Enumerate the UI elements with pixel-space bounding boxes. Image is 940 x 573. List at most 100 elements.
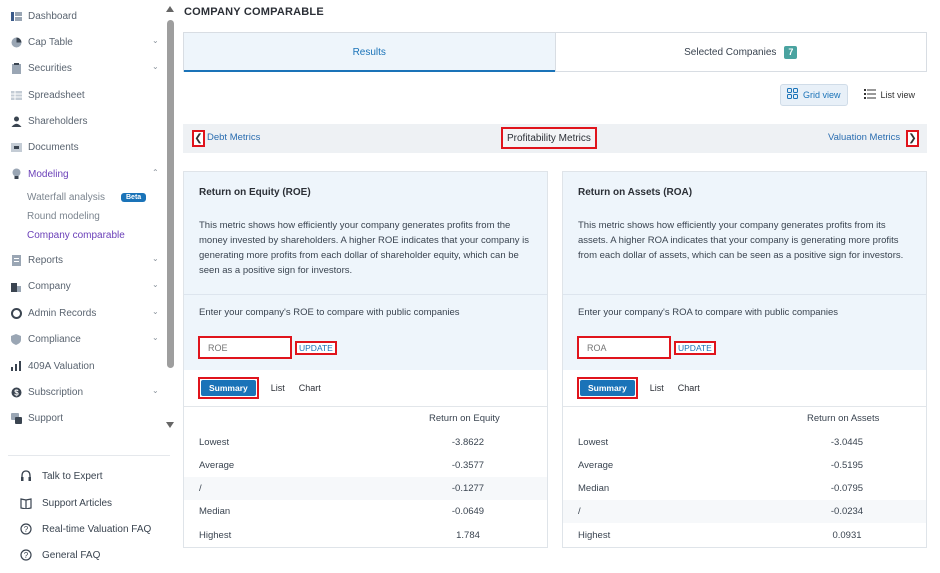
sidebar-item-shareholders[interactable]: Shareholders xyxy=(10,111,166,131)
sidebar-item-cap-table[interactable]: Cap Table ⌄ xyxy=(10,32,166,52)
chevron-down-icon[interactable]: ⌄ xyxy=(152,36,162,46)
sidebar-item-company[interactable]: Company ⌄ xyxy=(10,276,166,296)
help-general-faq[interactable]: ? General FAQ xyxy=(20,546,100,564)
tab-chart[interactable]: Chart xyxy=(678,383,700,393)
list-view-button[interactable]: List view xyxy=(858,84,922,106)
column-header: Return on Assets xyxy=(807,413,880,424)
scroll-down-arrow[interactable] xyxy=(166,422,174,428)
row-label: Average xyxy=(199,460,235,471)
lightbulb-icon xyxy=(10,168,22,180)
grid-view-button[interactable]: Grid view xyxy=(780,84,848,106)
roe-card: Return on Equity (ROE) This metric shows… xyxy=(183,171,548,548)
tab-list[interactable]: List xyxy=(271,383,285,393)
roe-view-tabs: Summary List Chart xyxy=(198,377,335,399)
table-row: Median -0.0795 xyxy=(563,477,926,500)
table-icon xyxy=(10,89,22,101)
sidebar-item-label: Shareholders xyxy=(28,115,88,127)
tab-chart[interactable]: Chart xyxy=(299,383,321,393)
grid-icon xyxy=(787,88,798,102)
row-label: Highest xyxy=(199,530,232,541)
chevron-down-icon[interactable]: ⌄ xyxy=(152,62,162,72)
chevron-down-icon[interactable]: ⌄ xyxy=(152,386,162,396)
subscription-icon: $ xyxy=(10,386,22,398)
table-row: Highest 0.0931 xyxy=(563,524,926,547)
chevron-down-icon[interactable]: ⌄ xyxy=(152,254,162,264)
roe-update-button[interactable]: UPDATE xyxy=(295,341,337,355)
row-label: / xyxy=(578,506,581,517)
sidebar-item-support[interactable]: Support xyxy=(10,408,166,428)
sidebar-subitem-round-modeling[interactable]: Round modeling xyxy=(27,208,100,224)
sidebar-item-dashboard[interactable]: Dashboard xyxy=(10,6,166,26)
next-metric-button[interactable]: ❯ xyxy=(906,130,919,147)
divider xyxy=(184,406,547,407)
subitem-label: Round modeling xyxy=(27,210,100,222)
roa-card: Return on Assets (ROA) This metric shows… xyxy=(562,171,927,548)
sidebar-item-compliance[interactable]: Compliance ⌄ xyxy=(10,329,166,349)
question-circle-icon: ? xyxy=(20,523,32,535)
row-label: Lowest xyxy=(199,437,230,448)
sidebar-item-label: Compliance xyxy=(28,333,81,345)
table-row: Highest 1.784 xyxy=(184,524,547,547)
row-value: -3.0445 xyxy=(830,437,864,448)
chevron-up-icon[interactable]: ⌃ xyxy=(152,168,162,178)
roa-update-button[interactable]: UPDATE xyxy=(674,341,716,355)
sidebar-item-label: Company xyxy=(28,280,71,292)
card-description: This metric shows how efficiently your c… xyxy=(199,220,530,276)
help-label: General FAQ xyxy=(42,549,101,561)
divider xyxy=(563,406,926,407)
sidebar-item-securities[interactable]: Securities ⌄ xyxy=(10,58,166,78)
sidebar-item-label: Reports xyxy=(28,254,64,266)
shield-icon xyxy=(10,333,22,345)
help-label: Support Articles xyxy=(42,497,113,509)
help-talk-to-expert[interactable]: Talk to Expert xyxy=(20,467,103,485)
card-title: Return on Equity (ROE) xyxy=(199,187,311,198)
view-toggle: Grid view List view xyxy=(780,84,927,106)
roe-input[interactable] xyxy=(208,342,288,353)
chevron-down-icon[interactable]: ⌄ xyxy=(152,307,162,317)
prev-metric-button[interactable]: ❮ xyxy=(192,130,205,147)
sidebar-item-spreadsheet[interactable]: Spreadsheet xyxy=(10,85,166,105)
sidebar-item-modeling[interactable]: Modeling ⌃ xyxy=(10,164,166,184)
row-label: Lowest xyxy=(578,437,609,448)
tab-summary[interactable]: Summary xyxy=(198,377,259,399)
sidebar-item-documents[interactable]: Documents xyxy=(10,137,166,157)
row-value: -0.0795 xyxy=(830,483,864,494)
sidebar-item-reports[interactable]: Reports ⌄ xyxy=(10,250,166,270)
sidebar-item-admin-records[interactable]: Admin Records ⌄ xyxy=(10,303,166,323)
sidebar-item-subscription[interactable]: $ Subscription ⌄ xyxy=(10,382,166,402)
user-icon xyxy=(10,115,22,127)
table-row: Average -0.3577 xyxy=(184,454,547,477)
chevron-right-icon: ❯ xyxy=(908,133,917,144)
sidebar-subitem-waterfall-analysis[interactable]: Waterfall analysis Beta xyxy=(27,189,147,205)
roe-input-wrapper xyxy=(198,336,292,359)
chevron-down-icon[interactable]: ⌄ xyxy=(152,280,162,290)
svg-text:?: ? xyxy=(24,525,29,534)
sidebar-item-409a-valuation[interactable]: 409A Valuation xyxy=(10,356,166,376)
row-value: -0.1277 xyxy=(451,483,485,494)
sidebar-item-label: Modeling xyxy=(28,168,69,180)
folder-icon xyxy=(10,141,22,153)
sidebar-divider xyxy=(8,455,170,456)
help-real-time-valuation-faq[interactable]: ? Real-time Valuation FAQ xyxy=(20,520,151,538)
report-icon xyxy=(10,254,22,266)
question-circle-icon: ? xyxy=(20,549,32,561)
tab-summary[interactable]: Summary xyxy=(577,377,638,399)
support-icon xyxy=(10,412,22,424)
subitem-label: Company comparable xyxy=(27,229,125,241)
headset-icon xyxy=(20,470,32,482)
prev-metric-link[interactable]: Debt Metrics xyxy=(207,132,260,143)
row-value: -0.3577 xyxy=(451,460,485,471)
chevron-down-icon[interactable]: ⌄ xyxy=(152,333,162,343)
tab-list[interactable]: List xyxy=(650,383,664,393)
tab-results[interactable]: Results xyxy=(184,33,555,72)
sidebar-subitem-company-comparable[interactable]: Company comparable xyxy=(27,227,125,243)
roa-input[interactable] xyxy=(587,342,667,353)
records-icon xyxy=(10,307,22,319)
next-metric-link[interactable]: Valuation Metrics xyxy=(828,132,900,143)
column-header: Return on Equity xyxy=(429,413,500,424)
tab-selected-companies[interactable]: Selected Companies 7 xyxy=(554,33,927,71)
tab-label: Selected Companies xyxy=(684,46,777,58)
help-support-articles[interactable]: Support Articles xyxy=(20,494,112,512)
scroll-up-arrow[interactable] xyxy=(166,6,174,12)
sidebar-scrollbar-thumb[interactable] xyxy=(167,20,174,368)
